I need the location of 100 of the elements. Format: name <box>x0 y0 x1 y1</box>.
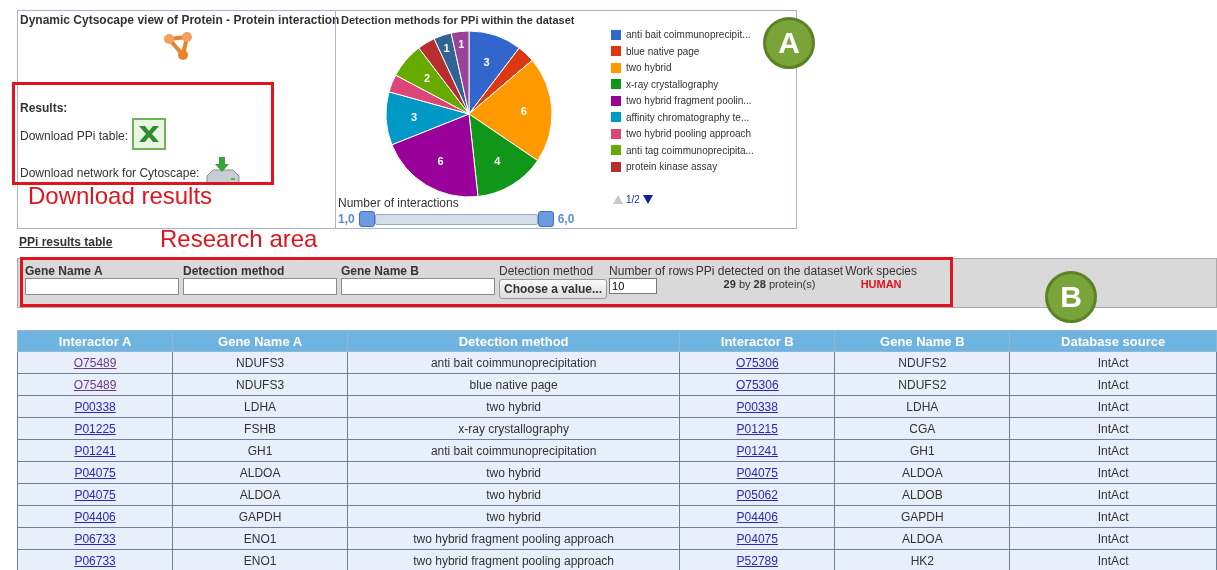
protein-link[interactable]: P04075 <box>74 465 116 480</box>
table-cell: FSHB <box>172 417 348 440</box>
filter-input[interactable] <box>183 278 337 295</box>
filter-label: Work species <box>845 263 917 278</box>
legend-label[interactable]: affinity chromatography te... <box>626 111 750 123</box>
slider-handle[interactable] <box>358 211 375 227</box>
legend-label[interactable]: two hybrid fragment poolin... <box>626 95 752 107</box>
filter-label: Gene Name B <box>341 263 421 278</box>
marker-badge: A <box>763 17 815 69</box>
filter-label: Detection method <box>499 263 595 278</box>
table-cell: CGA <box>834 417 1010 440</box>
download-table-label: Download PPi table: <box>20 128 129 143</box>
species-value: HUMAN <box>859 278 903 290</box>
table-cell: ALDOA <box>172 461 348 484</box>
table-cell: IntAct <box>1009 439 1217 462</box>
table-cell: NDUFS2 <box>834 351 1010 374</box>
slider-handle[interactable] <box>537 211 554 227</box>
protein-link[interactable]: P01241 <box>74 443 116 458</box>
filter-input[interactable] <box>25 278 179 295</box>
protein-link[interactable]: P52789 <box>736 553 778 568</box>
slice-value: 6 <box>520 105 527 117</box>
table-cell: NDUFS3 <box>172 351 348 374</box>
table-cell: NDUFS2 <box>834 373 1010 396</box>
detection-summary: 29 by 28 protein(s) <box>722 278 817 290</box>
legend-label[interactable]: x-ray crystallography <box>626 78 719 90</box>
rows-dropdown[interactable]: 10 <box>609 278 658 294</box>
slice-value: 3 <box>483 55 490 68</box>
annotation-label: Research area <box>160 225 318 253</box>
table-cell: two hybrid <box>347 483 680 506</box>
slice-value: 6 <box>437 155 444 168</box>
table-cell: ALDOB <box>834 483 1010 506</box>
protein-link[interactable]: P05062 <box>736 487 778 502</box>
results-heading: Results: <box>20 101 69 115</box>
table-cell: IntAct <box>1009 483 1217 506</box>
filter-label: Number of rows <box>609 263 694 278</box>
table-cell: ALDOA <box>834 527 1010 550</box>
network-icon[interactable] <box>163 31 195 61</box>
legend-label[interactable]: anti bait coimmunoprecipit... <box>626 29 751 41</box>
table-cell: IntAct <box>1009 461 1217 484</box>
filter-label: Detection method <box>183 263 286 278</box>
table-cell: GH1 <box>834 439 1010 462</box>
table-cell: GH1 <box>172 439 348 462</box>
slice-value: 3 <box>411 111 418 123</box>
table-cell: ALDOA <box>834 461 1010 484</box>
protein-link[interactable]: O75306 <box>735 377 779 392</box>
table-cell: IntAct <box>1009 351 1217 374</box>
legend-label[interactable]: blue native page <box>626 45 700 57</box>
table-cell: IntAct <box>1009 373 1217 396</box>
protein-link[interactable]: P01241 <box>736 443 778 458</box>
filter-label: PPi detected on the dataset <box>695 263 844 278</box>
table-cell: x-ray crystallography <box>347 417 680 440</box>
table-cell: two hybrid <box>347 505 680 528</box>
slice-value: 2 <box>424 72 431 85</box>
protein-link[interactable]: P01225 <box>74 421 116 436</box>
protein-link[interactable]: O75306 <box>735 355 779 370</box>
page-indicator: 1/2 <box>626 194 640 205</box>
filter-input[interactable] <box>341 278 495 295</box>
protein-link[interactable]: P04075 <box>74 487 116 502</box>
protein-link[interactable]: P00338 <box>736 399 778 414</box>
table-cell: ALDOA <box>172 483 348 506</box>
protein-link[interactable]: P04075 <box>736 465 778 480</box>
table-cell: anti bait coimmunoprecipitation <box>347 351 680 374</box>
table-cell: anti bait coimmunoprecipitation <box>347 439 680 462</box>
protein-link[interactable]: O75489 <box>73 377 117 392</box>
protein-link[interactable]: P04406 <box>74 509 116 524</box>
legend-label[interactable]: two hybrid pooling approach <box>626 128 752 140</box>
table-cell: two hybrid fragment pooling approach <box>347 549 680 570</box>
table-cell: LDHA <box>834 395 1010 418</box>
protein-link[interactable]: P06733 <box>74 553 116 568</box>
protein-link[interactable]: P04406 <box>736 509 778 524</box>
method-dropdown[interactable]: Choose a value... <box>499 279 608 299</box>
filter-label: Gene Name A <box>25 263 104 278</box>
table-cell: two hybrid <box>347 395 680 418</box>
protein-link[interactable]: O75489 <box>73 355 117 370</box>
slider-track[interactable] <box>374 214 538 225</box>
table-cell: IntAct <box>1009 417 1217 440</box>
slider-label: Number of interactions <box>338 196 459 210</box>
legend-label[interactable]: two hybrid <box>626 62 672 74</box>
protein-link[interactable]: P01215 <box>736 421 778 436</box>
next-page-icon[interactable] <box>642 195 653 204</box>
table-cell: IntAct <box>1009 527 1217 550</box>
table-cell: two hybrid fragment pooling approach <box>347 527 680 550</box>
table-cell: two hybrid <box>347 461 680 484</box>
table-cell: GAPDH <box>172 505 348 528</box>
protein-link[interactable]: P04075 <box>736 531 778 546</box>
table-cell: GAPDH <box>834 505 1010 528</box>
panel-title: Dynamic Cytsocape view of Protein - Protein interaction <box>20 13 340 27</box>
chart-title: Detection methods for PPi within the dataset <box>341 14 575 26</box>
slice-value: 1 <box>443 41 450 54</box>
table-cell: IntAct <box>1009 395 1217 418</box>
table-cell: blue native page <box>347 373 680 396</box>
download-network-label: Download network for Cytoscape: <box>20 165 200 180</box>
protein-link[interactable]: P06733 <box>74 531 116 546</box>
table-cell: LDHA <box>172 395 348 418</box>
spreadsheet-icon[interactable] <box>132 118 167 150</box>
slider-max-value: 6,0 <box>557 212 575 226</box>
legend-label[interactable]: protein kinase assay <box>626 161 718 173</box>
legend-label[interactable]: anti tag coimmunoprecipita... <box>626 144 754 156</box>
protein-link[interactable]: P00338 <box>74 399 116 414</box>
slice-value: 4 <box>494 155 501 168</box>
